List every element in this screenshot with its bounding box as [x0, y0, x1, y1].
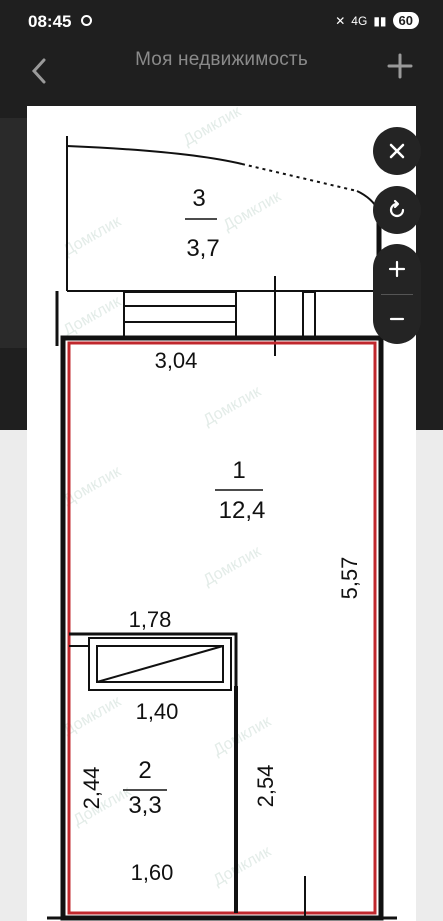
watermark: Домклик	[61, 213, 125, 260]
dim-top-width: 3,04	[155, 348, 198, 373]
rotate-button[interactable]	[373, 186, 421, 234]
background-sheet-right	[416, 430, 443, 921]
watermark: Домклик	[61, 293, 125, 340]
room-1-area: 12,4	[219, 497, 266, 524]
add-button[interactable]	[387, 52, 413, 84]
plus-icon	[388, 260, 406, 278]
watermark: Домклик	[211, 713, 275, 760]
room-3-area: 3,7	[186, 235, 219, 262]
zoom-out-button[interactable]	[373, 294, 421, 344]
background-sheet	[0, 430, 27, 921]
mute-icon: ✕	[335, 13, 346, 28]
status-icons: ✕ 4G ▮▮ 60	[335, 12, 419, 29]
watermark: Домклик	[181, 106, 245, 149]
room-2-number: 2	[138, 757, 151, 784]
signal-icon: ▮▮	[373, 13, 387, 28]
close-icon	[389, 143, 405, 159]
zoom-controls	[373, 244, 421, 344]
app-bar: Моя недвижимость	[0, 44, 443, 100]
dim-main-length: 5,57	[337, 557, 362, 600]
room-3-number: 3	[192, 185, 205, 212]
notification-icon	[81, 15, 92, 26]
rotate-icon	[389, 199, 405, 218]
battery-indicator: 60	[392, 12, 419, 29]
status-time: 08:45	[28, 12, 72, 31]
watermark: Домклик	[201, 543, 265, 590]
room-1-number: 1	[232, 457, 245, 484]
minus-icon	[389, 317, 405, 321]
watermark: Домклик	[221, 188, 285, 235]
floor-plan-image[interactable]: Домклик Домклик Домклик Домклик Домклик …	[27, 106, 416, 921]
watermark: Домклик	[201, 383, 265, 430]
background-card	[0, 118, 27, 348]
page-title: Моя недвижимость	[135, 49, 308, 70]
network-label: 4G	[351, 13, 368, 28]
dim-niche-top: 1,78	[129, 607, 172, 632]
dim-bath-right: 2,54	[253, 765, 278, 808]
zoom-in-button[interactable]	[373, 244, 421, 294]
watermark: Домклик	[211, 843, 275, 890]
status-bar: 08:45 ✕ 4G ▮▮ 60	[0, 0, 443, 44]
dim-niche-bottom: 1,40	[136, 699, 179, 724]
dim-bath-bottom: 1,60	[131, 860, 174, 885]
room-2-area: 3,3	[128, 792, 161, 819]
floor-plan-drawing: Домклик Домклик Домклик Домклик Домклик …	[47, 106, 397, 921]
dim-bath-left: 2,44	[79, 767, 104, 810]
close-button[interactable]	[373, 127, 421, 175]
plus-icon	[387, 53, 413, 79]
